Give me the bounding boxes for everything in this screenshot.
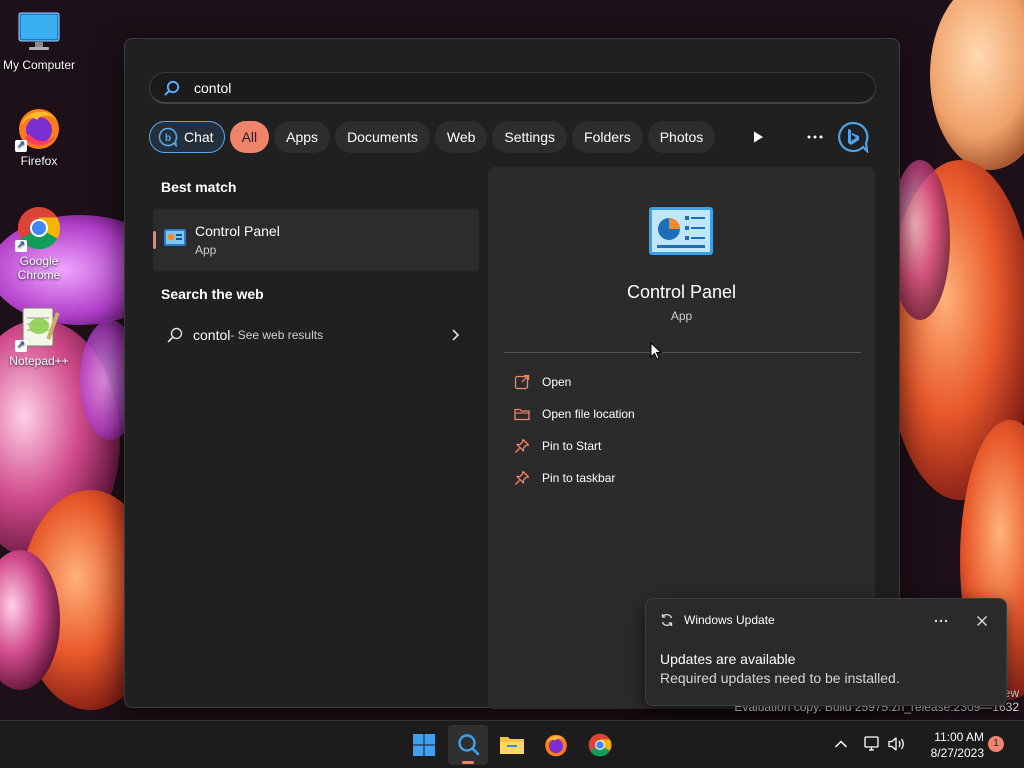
more-options-button[interactable] xyxy=(807,120,823,154)
search-input[interactable] xyxy=(194,79,794,96)
photos-filter-tab[interactable]: Photos xyxy=(647,121,716,153)
chat-filter-button[interactable]: b Chat xyxy=(149,121,225,153)
documents-filter-tab[interactable]: Documents xyxy=(335,121,430,153)
taskbar-file-explorer[interactable] xyxy=(492,725,532,765)
apps-filter-tab[interactable]: Apps xyxy=(274,121,331,153)
notification-app-name: Windows Update xyxy=(684,613,775,627)
clock-time: 11:00 AM xyxy=(934,730,984,744)
result-title: Control Panel xyxy=(195,223,280,239)
web-query: contol xyxy=(193,327,231,343)
taskbar-firefox[interactable] xyxy=(536,725,576,765)
web-search-result[interactable]: contol - See web results xyxy=(153,319,479,351)
pin-icon xyxy=(515,470,530,485)
desktop-icon-label: Notepad++ xyxy=(9,354,69,368)
pin-to-start-action[interactable]: Pin to Start xyxy=(514,436,601,456)
chat-filter-label: Chat xyxy=(184,129,214,145)
shortcut-arrow-icon: ↗ xyxy=(15,240,27,252)
pin-to-taskbar-label: Pin to taskbar xyxy=(542,471,616,485)
search-icon xyxy=(167,327,183,343)
open-external-icon xyxy=(514,374,530,390)
monitor-icon xyxy=(15,8,63,56)
open-action[interactable]: Open xyxy=(514,372,571,392)
pin-to-taskbar-action[interactable]: Pin to taskbar xyxy=(514,468,615,488)
best-match-heading: Best match xyxy=(161,179,237,195)
sync-icon xyxy=(661,613,673,627)
search-web-heading: Search the web xyxy=(161,286,264,302)
bing-icon xyxy=(838,121,869,153)
folders-filter-tab[interactable]: Folders xyxy=(572,121,643,153)
preview-title: Control Panel xyxy=(626,282,737,302)
chrome-icon xyxy=(588,733,612,757)
taskbar-search-button[interactable] xyxy=(448,725,488,765)
web-filter-tab[interactable]: Web xyxy=(434,121,488,153)
taskbar: 11:00 AM 8/27/2023 xyxy=(0,720,1024,768)
open-file-location-action[interactable]: Open file location xyxy=(514,404,635,424)
shortcut-arrow-icon: ↗ xyxy=(15,340,27,352)
volume-icon[interactable] xyxy=(888,736,906,752)
pin-icon xyxy=(515,438,530,453)
best-match-result[interactable]: Control Panel App xyxy=(153,209,479,271)
desktop-icon-label: Google Chrome xyxy=(17,254,61,282)
pin-to-start-label: Pin to Start xyxy=(542,439,602,453)
settings-filter-tab[interactable]: Settings xyxy=(492,121,568,153)
desktop-icon-my-computer[interactable]: My Computer xyxy=(2,8,76,72)
firefox-icon: ↗ xyxy=(15,104,63,152)
notepadpp-icon: ↗ xyxy=(15,304,63,352)
open-action-label: Open xyxy=(542,375,572,389)
clock-date: 8/27/2023 xyxy=(930,746,984,760)
more-filters-button[interactable] xyxy=(751,120,765,154)
preview-subtitle: App xyxy=(670,309,693,323)
chevron-right-icon xyxy=(452,329,460,341)
open-file-location-label: Open file location xyxy=(542,407,635,421)
notification-body: Required updates need to be installed. xyxy=(660,670,900,686)
control-panel-icon xyxy=(163,226,187,255)
play-arrow-icon xyxy=(754,131,763,143)
folder-icon xyxy=(514,408,530,421)
selection-indicator xyxy=(153,231,156,249)
chrome-icon: ↗ xyxy=(15,204,63,252)
result-subtitle: App xyxy=(195,243,217,257)
search-icon xyxy=(164,80,180,95)
preview-divider xyxy=(504,352,861,353)
search-box[interactable] xyxy=(149,72,876,104)
mouse-cursor-icon xyxy=(650,342,662,360)
search-filter-bar: b Chat All Apps Documents Web Settings F… xyxy=(149,120,716,154)
desktop-icon-chrome[interactable]: ↗ Google Chrome xyxy=(2,204,76,282)
all-filter-tab[interactable]: All xyxy=(229,121,270,153)
windows-update-notification[interactable]: Windows Update Updates are available Req… xyxy=(645,598,1007,706)
control-panel-large-icon xyxy=(649,207,713,260)
ellipsis-icon xyxy=(807,135,823,139)
firefox-icon xyxy=(545,734,567,757)
bing-chat-icon: b xyxy=(158,127,178,147)
network-icon[interactable] xyxy=(864,736,882,752)
desktop-icon-notepadpp[interactable]: ↗ Notepad++ xyxy=(2,304,76,368)
notification-more-icon[interactable] xyxy=(934,619,948,623)
taskbar-chrome[interactable] xyxy=(580,725,620,765)
svg-text:b: b xyxy=(165,133,171,144)
start-button[interactable] xyxy=(404,725,444,765)
desktop-icon-firefox[interactable]: ↗ Firefox xyxy=(2,104,76,168)
bing-button[interactable] xyxy=(837,120,869,154)
folder-icon xyxy=(500,737,524,754)
windows-logo-icon xyxy=(413,734,435,756)
web-results-suffix: - See web results xyxy=(230,328,324,342)
search-icon xyxy=(458,734,480,756)
notification-count-badge[interactable]: 1 xyxy=(988,736,1004,752)
desktop-icon-label: Firefox xyxy=(20,154,58,168)
notification-title: Updates are available xyxy=(660,651,796,667)
desktop-icon-label: My Computer xyxy=(2,58,76,72)
shortcut-arrow-icon: ↗ xyxy=(15,140,27,152)
taskbar-clock[interactable]: 11:00 AM 8/27/2023 xyxy=(914,729,984,761)
chevron-up-icon[interactable] xyxy=(834,739,848,749)
close-icon[interactable] xyxy=(976,615,988,627)
